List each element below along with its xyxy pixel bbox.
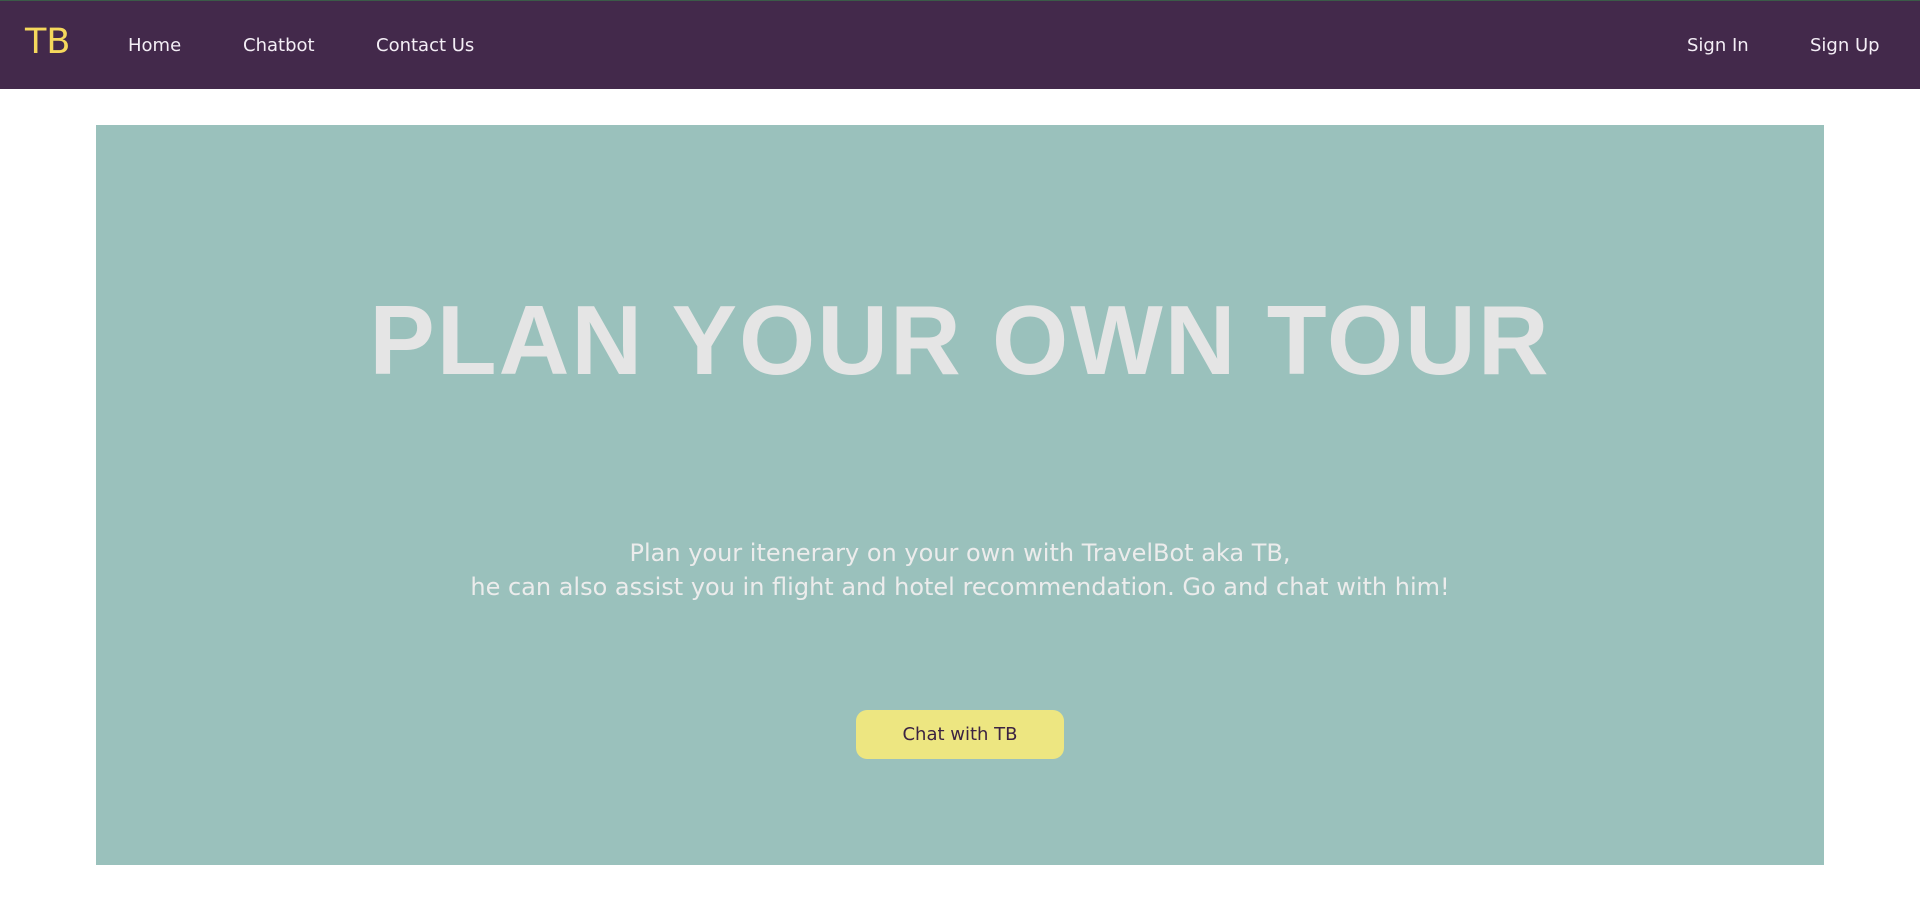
nav-link-chatbot[interactable]: Chatbot — [243, 34, 315, 58]
hero-subtitle-line-2: he can also assist you in flight and hot… — [470, 573, 1450, 601]
sign-in-link[interactable]: Sign In — [1687, 34, 1749, 58]
chat-with-tb-button[interactable]: Chat with TB — [856, 710, 1064, 759]
nav-link-home[interactable]: Home — [128, 34, 181, 58]
hero-subtitle-line-1: Plan your itenerary on your own with Tra… — [629, 539, 1291, 567]
sign-up-link[interactable]: Sign Up — [1810, 34, 1880, 58]
top-navbar: TB Home Chatbot Contact Us Sign In Sign … — [0, 0, 1920, 89]
nav-link-contact-us[interactable]: Contact Us — [376, 34, 474, 58]
hero-title: PLAN YOUR OWN TOUR — [369, 285, 1551, 395]
brand-logo[interactable]: TB — [25, 20, 70, 64]
hero-subtitle: Plan your itenerary on your own with Tra… — [0, 536, 1920, 604]
